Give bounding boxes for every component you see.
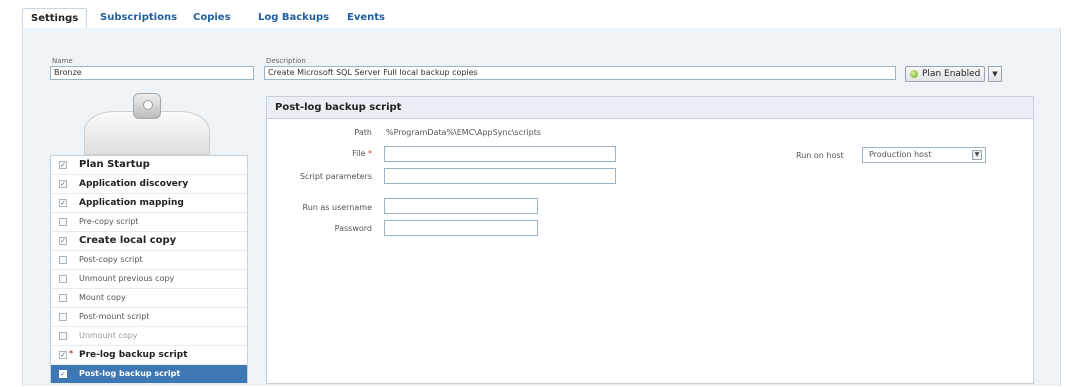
run-as-username-label: Run as username (302, 203, 373, 212)
required-marker: * (368, 149, 372, 158)
tab-events[interactable]: Events (339, 8, 393, 28)
username-input[interactable] (384, 198, 538, 214)
step-label: Mount copy (79, 293, 126, 302)
step-label: Plan Startup (79, 159, 150, 170)
step-label: Post-log backup script (79, 369, 181, 378)
step-label: Pre-log backup script (79, 350, 188, 360)
chevron-down-icon: ▼ (992, 70, 998, 78)
step-unmount-copy[interactable]: Unmount copy (51, 327, 247, 346)
step-label: Application discovery (79, 179, 189, 189)
step-unmount-previous-copy[interactable]: Unmount previous copy (51, 270, 247, 289)
name-label: Name (52, 57, 73, 65)
step-checkbox[interactable]: ✓ (59, 180, 67, 188)
step-label: Unmount copy (79, 331, 138, 340)
step-label: Application mapping (79, 198, 184, 208)
script-panel-title: Post-log backup script (267, 97, 1033, 119)
script-parameters-input[interactable] (384, 168, 616, 184)
file-label: File (352, 149, 366, 158)
plan-enabled-icon (910, 70, 918, 78)
plan-options-dropdown[interactable]: ▼ (988, 66, 1002, 82)
step-checkbox[interactable]: ✓ (59, 161, 67, 169)
step-pre-copy-script[interactable]: Pre-copy script (51, 213, 247, 232)
step-post-copy-script[interactable]: Post-copy script (51, 251, 247, 270)
description-field[interactable]: Create Microsoft SQL Server Full local b… (264, 66, 896, 80)
path-value: %ProgramData%\EMC\AppSync\scripts (386, 128, 542, 137)
run-on-host-label: Run on host (796, 151, 844, 160)
step-checkbox[interactable]: ✓ (59, 237, 67, 245)
step-post-log-backup-script[interactable]: ✓ Post-log backup script (51, 365, 247, 384)
tab-log-backups[interactable]: Log Backups (250, 8, 337, 28)
step-application-mapping[interactable]: ✓ Application mapping (51, 194, 247, 213)
tab-bar: Settings Subscriptions Copies Log Backup… (22, 6, 1059, 29)
plan-enabled-button[interactable]: Plan Enabled (905, 66, 985, 82)
step-checkbox[interactable]: ✓ (59, 199, 67, 207)
tab-settings[interactable]: Settings (22, 8, 88, 28)
step-plan-startup[interactable]: ✓ Plan Startup (51, 156, 247, 175)
required-marker: * (69, 349, 74, 358)
run-on-host-value: Production host (869, 150, 932, 159)
clipboard-clip (133, 93, 161, 119)
step-checkbox[interactable] (59, 218, 67, 226)
step-post-mount-script[interactable]: Post-mount script (51, 308, 247, 327)
step-checkbox[interactable]: ✓ (59, 370, 67, 378)
step-pre-log-backup-script[interactable]: ✓ * Pre-log backup script (51, 346, 247, 365)
plan-enabled-label: Plan Enabled (922, 69, 981, 79)
chevron-down-icon: ▼ (972, 150, 982, 160)
step-checkbox[interactable]: ✓ (59, 351, 67, 359)
path-label: Path (354, 128, 372, 137)
step-checkbox[interactable] (59, 275, 67, 283)
step-label: Create local copy (79, 235, 177, 246)
clipboard-graphic (84, 93, 210, 155)
step-application-discovery[interactable]: ✓ Application discovery (51, 175, 247, 194)
file-input[interactable] (384, 146, 616, 162)
step-checkbox[interactable] (59, 294, 67, 302)
step-mount-copy[interactable]: Mount copy (51, 289, 247, 308)
step-label: Unmount previous copy (79, 274, 175, 283)
step-checkbox[interactable] (59, 332, 67, 340)
step-label: Post-mount script (79, 312, 150, 321)
step-checkbox[interactable] (59, 256, 67, 264)
tab-copies[interactable]: Copies (185, 8, 239, 28)
name-field[interactable]: Bronze (50, 66, 254, 80)
run-on-host-select[interactable]: Production host ▼ (862, 147, 986, 163)
script-parameters-label: Script parameters (299, 172, 372, 181)
plan-steps-list: ✓ Plan Startup ✓ Application discovery ✓… (50, 155, 248, 384)
tab-subscriptions[interactable]: Subscriptions (92, 8, 185, 28)
description-label: Description (266, 57, 306, 65)
password-input[interactable] (384, 220, 538, 236)
password-label: Password (334, 224, 372, 233)
step-create-local-copy[interactable]: ✓ Create local copy (51, 232, 247, 251)
step-checkbox[interactable] (59, 313, 67, 321)
step-label: Pre-copy script (79, 217, 139, 226)
step-label: Post-copy script (79, 255, 143, 264)
script-detail-panel: Post-log backup script (266, 96, 1034, 384)
file-label-row: File * (290, 149, 372, 158)
